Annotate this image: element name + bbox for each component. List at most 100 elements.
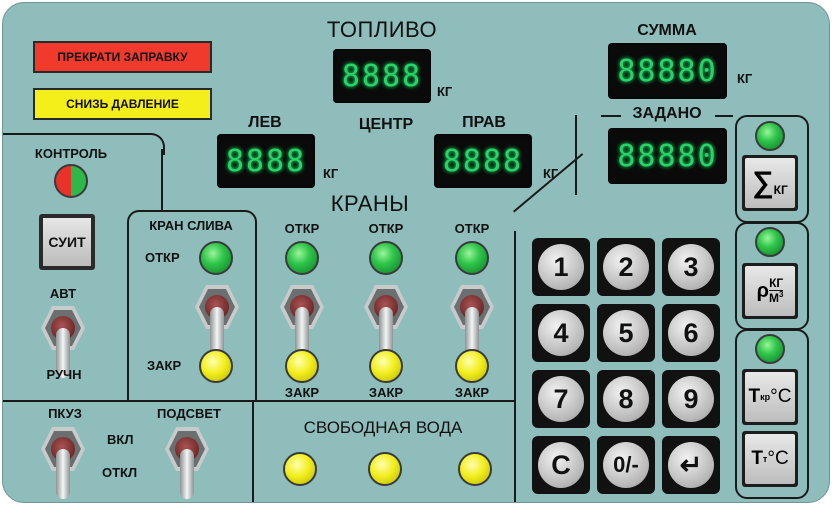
rho-symbol: ρ <box>756 279 769 302</box>
valve3-open-lamp <box>455 241 489 275</box>
divider-left-corner <box>143 133 165 155</box>
free-water-title: СВОБОДНАЯ ВОДА <box>303 418 463 437</box>
center-fuel-label: ЦЕНТР <box>358 116 414 133</box>
set-display: 88880 <box>608 128 727 184</box>
sum-unit: КГ <box>737 71 753 86</box>
temp-kr-button[interactable]: Ткр °C <box>742 369 798 425</box>
temp-kr-t: Т <box>748 386 761 407</box>
temp-t-button[interactable]: Тт °C <box>742 431 798 487</box>
set-label: ЗАДАНО <box>632 105 702 122</box>
key-label: 3 <box>668 244 714 290</box>
density-button[interactable]: ρ КГ М3 <box>742 263 798 319</box>
key-4[interactable]: 4 <box>532 304 590 362</box>
left-fuel-unit: КГ <box>323 166 339 181</box>
key-label: 1 <box>538 244 584 290</box>
key-label: 7 <box>538 376 584 422</box>
backlight-label: ПОДСВЕТ <box>157 406 221 421</box>
backlight-toggle[interactable] <box>165 427 209 502</box>
key-9[interactable]: 9 <box>662 370 720 428</box>
valve1-open-lamp <box>285 241 319 275</box>
divider-left-vertical <box>161 149 163 211</box>
key-label: ↵ <box>668 442 714 488</box>
free-water-lamp-1 <box>283 452 317 486</box>
key-1[interactable]: 1 <box>532 238 590 296</box>
key-clear[interactable]: C <box>532 436 590 494</box>
right-fuel-label: ПРАВ <box>462 114 506 131</box>
control-indicator <box>54 164 88 198</box>
center-fuel-unit: КГ <box>437 84 453 99</box>
drain-closed-lamp <box>199 349 233 383</box>
sum-label: СУММА <box>637 22 697 39</box>
valve2-open-lamp <box>369 241 403 275</box>
refuel-control-panel: ПРЕКРАТИ ЗАПРАВКУ СНИЗЬ ДАВЛЕНИЕ ТОПЛИВО… <box>2 2 830 503</box>
valve1-closed-lamp <box>285 349 319 383</box>
key-2[interactable]: 2 <box>597 238 655 296</box>
sum-display: 88880 <box>608 43 727 99</box>
control-label: КОНТРОЛЬ <box>34 146 108 161</box>
right-fuel-display: 8888 <box>434 134 532 188</box>
sigma-symbol: ∑ <box>752 166 774 199</box>
valve2-open-label: ОТКР <box>368 221 404 236</box>
temp-kr-sub: кр <box>760 392 771 402</box>
key-3[interactable]: 3 <box>662 238 720 296</box>
density-denominator: М <box>768 291 779 305</box>
key-6[interactable]: 6 <box>662 304 720 362</box>
drain-closed-label: ЗАКР <box>147 358 182 373</box>
key-label: 8 <box>603 376 649 422</box>
divider-top-right <box>601 115 621 117</box>
suit-button-label: СУИТ <box>43 218 91 266</box>
valve3-closed-lamp <box>455 349 489 383</box>
pkuz-label: ПКУЗ <box>48 406 82 421</box>
drain-open-lamp <box>199 241 233 275</box>
key-label: 4 <box>538 310 584 356</box>
mode-manual-label: РУЧН <box>46 367 82 382</box>
valves-title: КРАНЫ <box>330 191 410 216</box>
key-5[interactable]: 5 <box>597 304 655 362</box>
suit-button[interactable]: СУИТ <box>39 214 95 270</box>
free-water-lamp-2 <box>368 452 402 486</box>
key-label: 0/- <box>603 442 649 488</box>
stop-fueling-warning: ПРЕКРАТИ ЗАПРАВКУ <box>33 41 212 73</box>
fuel-title: ТОПЛИВО <box>326 17 438 42</box>
reduce-pressure-warning: СНИЗЬ ДАВЛЕНИЕ <box>33 88 212 120</box>
left-fuel-display: 8888 <box>217 134 315 188</box>
density-exponent: 3 <box>778 290 784 299</box>
divider-left-top <box>3 133 143 135</box>
key-label: 2 <box>603 244 649 290</box>
drain-valve-title: КРАН СЛИВА <box>149 218 233 233</box>
key-8[interactable]: 8 <box>597 370 655 428</box>
divider-top-right-2 <box>715 115 733 117</box>
backlight-off-label: ОТКЛ <box>102 465 138 480</box>
divider-keypad-vertical <box>514 231 516 502</box>
valve1-closed-label: ЗАКР <box>284 385 320 400</box>
drain-open-label: ОТКР <box>145 250 180 265</box>
temp-t-unit: °C <box>767 448 789 469</box>
sum-kg-sub: КГ <box>773 183 788 197</box>
center-fuel-display: 8888 <box>333 49 431 103</box>
temperature-function-lamp <box>755 334 785 364</box>
valve1-open-label: ОТКР <box>284 221 320 236</box>
backlight-on-label: ВКЛ <box>107 432 134 447</box>
pkuz-toggle[interactable] <box>41 427 85 502</box>
key-label: C <box>538 442 584 488</box>
temp-kr-unit: °C <box>770 386 792 407</box>
divider-middle <box>3 400 515 402</box>
sum-kg-button[interactable]: ∑ КГ <box>742 155 798 211</box>
mode-auto-label: АВТ <box>49 286 77 301</box>
free-water-lamp-3 <box>458 452 492 486</box>
key-label: 5 <box>603 310 649 356</box>
left-fuel-label: ЛЕВ <box>248 114 282 131</box>
density-function-lamp <box>755 227 785 257</box>
valve3-open-label: ОТКР <box>454 221 490 236</box>
sum-function-lamp <box>755 121 785 151</box>
key-zero-minus[interactable]: 0/- <box>597 436 655 494</box>
key-label: 9 <box>668 376 714 422</box>
valve2-closed-label: ЗАКР <box>368 385 404 400</box>
key-enter[interactable]: ↵ <box>662 436 720 494</box>
valve2-closed-lamp <box>369 349 403 383</box>
density-numerator: КГ <box>769 275 784 291</box>
valve3-closed-label: ЗАКР <box>454 385 490 400</box>
divider-water-vertical <box>252 401 254 502</box>
temp-t-t: Т <box>751 448 763 469</box>
key-7[interactable]: 7 <box>532 370 590 428</box>
